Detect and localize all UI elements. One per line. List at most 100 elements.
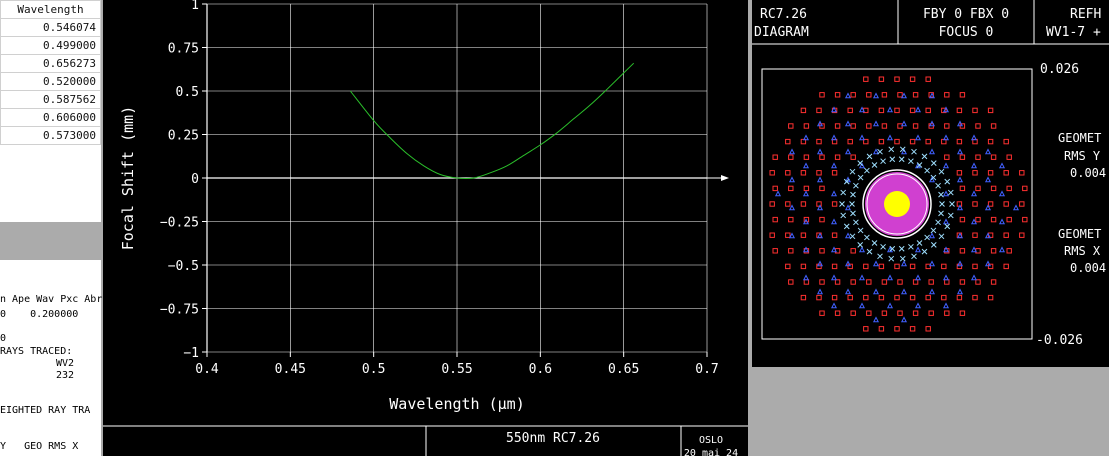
spot-point [888,255,895,262]
spot-point [900,288,908,295]
spot-point [1012,204,1020,211]
spot-point [942,190,950,197]
spot-points [769,76,1028,332]
wavelength-cell[interactable]: 0.520000 [0,72,101,91]
spot-point [864,167,870,174]
spot-point [800,107,807,114]
wavelength-cell[interactable]: 0.587562 [0,90,101,109]
spot-point [935,182,941,189]
spot-point [944,279,950,285]
spot-point [849,233,856,240]
spot-point [956,107,963,114]
spot-point [834,154,841,160]
spot-point [911,253,917,260]
spot-point [941,263,947,270]
spot-point [840,212,847,219]
focal-shift-plot-window[interactable]: 0.4 0.45 0.5 0.55 0.6 0.65 0.7 1 0.75 0.5 0.25 0 −0.… [103,0,748,456]
ray-count: 232 [56,370,75,381]
spot-point [803,123,810,129]
spot-point [1006,216,1012,223]
rms-x-label: RMS X [1064,244,1101,258]
plot-footer-title: 550nm RC7.26 [506,431,600,446]
rms-y-label: RMS Y [1064,149,1101,163]
spot-point [924,234,930,241]
spot-point [800,294,807,301]
y-tick-label: 1 [191,0,199,13]
spot-point [1022,185,1028,192]
spot-point [1003,201,1009,207]
spot-point [863,263,869,270]
scale-bottom: -0.026 [1036,333,1083,348]
spot-point [894,294,900,301]
spot-point [959,279,966,285]
focus-label: FOCUS 0 [939,25,994,40]
spot-point [990,216,997,223]
spot-point [928,288,936,295]
spot-point [834,310,841,316]
spot-point [858,246,866,253]
spot-point [788,176,796,183]
focal-shift-chart: 0.4 0.45 0.5 0.55 0.6 0.65 0.7 1 0.75 0.5 0.25 0 −0.… [103,0,748,456]
spot-point [844,120,852,127]
spot-point [921,153,928,160]
spot-point [970,274,978,281]
rms-y-value: 0.004 [1070,166,1106,180]
spot-point [894,107,900,114]
spot-point [881,310,888,316]
weighted-ray-label: EIGHTED RAY TRA [0,405,91,416]
spot-diagram-window[interactable]: RC7.26 DIAGRAM FBY 0 FBX 0 FOCUS 0 REFH … [752,0,1109,367]
spot-point [942,162,950,169]
spot-point [939,201,945,207]
spot-point [1003,170,1009,176]
spot-point [858,302,866,309]
spot-point [866,123,872,129]
spot-point [912,123,919,129]
spot-point [878,294,885,301]
spot-point [857,174,864,181]
spot-point [853,219,859,226]
spot-point [925,138,931,145]
wavelength-cell[interactable]: 0.656273 [0,54,101,73]
spot-point [921,248,928,255]
wavelength-cell[interactable]: 0.606000 [0,108,101,127]
x-tick-label: 0.7 [695,362,718,377]
spot-point [871,162,878,168]
spot-point [872,120,880,127]
spot-point [909,326,916,332]
spot-point [928,148,936,155]
spot-point [800,170,807,176]
x-tick-label: 0.6 [529,362,552,377]
wavelength-cell[interactable]: 0.573000 [0,126,101,145]
spot-point [911,148,917,155]
spot-point [984,176,992,183]
spot-point [788,279,794,285]
spot-point [987,107,994,114]
spot-point [894,138,900,145]
spot-point [785,201,791,207]
spot-point [863,294,869,301]
x-axis-label: Wavelength (μm) [389,395,524,413]
spot-point [802,162,810,169]
spot-point [788,154,794,160]
spot-point [972,107,978,114]
spot-point [1003,138,1009,145]
spot-point [928,310,934,316]
spot-point [894,76,900,82]
spot-point [928,260,936,267]
spot-point [914,274,922,281]
wavelength-cell[interactable]: 0.546074 [0,18,101,37]
spot-point [878,326,885,332]
spot-point [802,274,810,281]
spot-point [816,138,822,145]
spot-point [947,189,954,196]
x-tick-label: 0.65 [608,362,639,377]
spot-point [959,310,966,316]
spot-point [772,216,778,223]
spot-point [935,219,941,226]
spot-point [886,106,894,113]
wavelength-cell[interactable]: 0.499000 [0,36,101,55]
spot-point [802,190,810,197]
spot-point [975,185,981,192]
wavelength-range-label: WV1-7 + [1046,25,1101,40]
geo-rms-label: Y GEO RMS X [0,441,79,452]
